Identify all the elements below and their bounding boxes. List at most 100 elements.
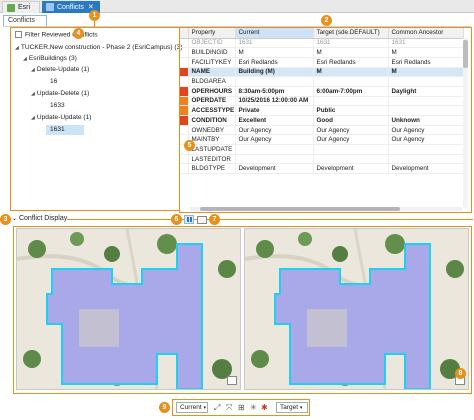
- map-canvas: [245, 229, 468, 389]
- tree-item-update-update[interactable]: ◢ Update-Update (1): [31, 114, 91, 121]
- current-map-view[interactable]: [16, 228, 241, 390]
- tree-item-update-delete[interactable]: ◢ Update-Delete (1): [31, 90, 89, 97]
- tree-class-label: EsriBuildings (3): [28, 55, 77, 62]
- callout-marker-2: 2: [321, 15, 332, 26]
- courtyard: [79, 309, 119, 347]
- tree-group-label: Update-Update (1): [36, 114, 92, 121]
- tree-canopy: [251, 350, 269, 368]
- callout-marker-3: 3: [0, 214, 11, 225]
- chevron-down-icon: ▾: [203, 405, 207, 411]
- table-row[interactable]: NAME Building (M) M M: [180, 67, 464, 78]
- table-row[interactable]: ACCESSTYPE Private Public: [180, 105, 464, 116]
- tree-canopy: [70, 232, 84, 246]
- table-header-current[interactable]: Current: [235, 28, 314, 39]
- cell-property: ACCESSTYPE: [188, 105, 236, 116]
- table-row[interactable]: OBJECTID 1631 1631 1631: [180, 38, 464, 49]
- row-indicator: [180, 38, 189, 49]
- tree-group-label: Update-Delete (1): [36, 90, 90, 97]
- map-tool-icon[interactable]: [227, 376, 237, 385]
- table-row[interactable]: BUILDINGID M M M: [180, 47, 464, 58]
- tab-esri[interactable]: Esri: [2, 1, 40, 13]
- cell-target: [313, 144, 389, 155]
- cell-ancestor: M: [388, 47, 464, 58]
- cell-current: Our Agency: [235, 125, 314, 136]
- current-dropdown[interactable]: Current ▾: [176, 402, 208, 413]
- cell-current: Development: [235, 163, 314, 175]
- tree-item-delete-update[interactable]: ◢ Delete-Update (1): [31, 66, 89, 73]
- zoom-to-extent-icon[interactable]: ⤢: [214, 403, 220, 413]
- cell-current: M: [235, 47, 314, 58]
- full-extent-icon[interactable]: ⤧: [226, 403, 232, 413]
- conflict-display-header[interactable]: ⌄ Conflict Display: [12, 215, 67, 222]
- map-icon: [7, 3, 15, 12]
- table-row[interactable]: MAINTBY Our Agency Our Agency Our Agency: [180, 134, 464, 146]
- cell-target: M: [313, 47, 389, 58]
- collapse-chevron-icon[interactable]: ⌄: [12, 216, 17, 222]
- cell-property: BLDGAREA: [188, 76, 236, 87]
- tree-item-class[interactable]: ◢ EsriBuildings (3): [23, 55, 77, 62]
- cell-ancestor: 1631: [388, 38, 464, 49]
- cell-current: Building (M): [235, 67, 314, 78]
- table-header-ancestor[interactable]: Common Ancestor: [388, 28, 464, 39]
- split-icon: [190, 217, 192, 222]
- cell-ancestor: Unknown: [388, 115, 464, 126]
- cell-target: Our Agency: [313, 134, 389, 146]
- table-row[interactable]: OPERDATE 10/25/2016 12:00:00 AM: [180, 96, 464, 107]
- table-row[interactable]: LASTEDITOR: [180, 154, 464, 165]
- expand-triangle-icon[interactable]: ◢: [15, 45, 19, 51]
- table-row[interactable]: CONDITION Excellent Good Unknown: [180, 115, 464, 126]
- table-row[interactable]: OWNEDBY Our Agency Our Agency Our Agency: [180, 125, 464, 136]
- table-header-property[interactable]: Property: [188, 28, 236, 39]
- tree-feature-1631-selected[interactable]: 1631: [46, 125, 84, 135]
- tree-canopy: [104, 246, 120, 262]
- table-row[interactable]: BLDGAREA: [180, 76, 464, 87]
- scrollbar-thumb[interactable]: [200, 207, 400, 211]
- filter-checkbox-row[interactable]: Filter Reviewed Conflicts: [15, 31, 98, 38]
- cell-target: Development: [313, 163, 389, 175]
- cell-ancestor: Esri Redlands: [388, 57, 464, 68]
- table-row[interactable]: OPERHOURS 8:30am-5:00pm 6:00am-7:00pm Dayli…: [180, 86, 464, 97]
- expand-triangle-icon[interactable]: ◢: [31, 115, 35, 121]
- clear-icon[interactable]: ✱: [261, 403, 268, 412]
- conflicts-view-tab[interactable]: Conflicts: [3, 15, 47, 26]
- expand-triangle-icon[interactable]: ◢: [31, 91, 35, 97]
- conflict-indicator: [180, 67, 189, 78]
- cell-property: OWNEDBY: [188, 125, 236, 136]
- tree-canopy: [446, 260, 464, 278]
- cell-target: 6:00am-7:00pm: [313, 86, 389, 97]
- cell-ancestor: Development: [388, 163, 464, 175]
- scrollbar-thumb[interactable]: [463, 40, 468, 68]
- cell-property: OBJECTID: [188, 38, 236, 49]
- cell-current: 10/25/2016 12:00:00 AM: [235, 96, 314, 107]
- cell-ancestor: [388, 154, 464, 165]
- tree-canopy: [157, 234, 177, 254]
- row-indicator: [180, 125, 189, 136]
- cell-ancestor: [388, 105, 464, 116]
- table-row[interactable]: FACILITYKEY Esri Redlands Esri Redlands Esr…: [180, 57, 464, 68]
- document-tab-bar: Esri Conflicts ✕: [0, 0, 474, 13]
- cell-property: OPERHOURS: [188, 86, 236, 97]
- single-view-button[interactable]: [197, 216, 207, 224]
- filter-checkbox[interactable]: [15, 31, 22, 38]
- split-icon: [187, 217, 189, 222]
- chevron-down-icon: ▾: [299, 405, 303, 411]
- table-row[interactable]: BLDGTYPE Development Development Developmen…: [180, 163, 464, 175]
- side-by-side-view-button[interactable]: [184, 215, 194, 224]
- map-navigation-toolbar: Current ▾ ⤢ ⤧ ⊞ ✳ ✱ Target ▾: [160, 400, 310, 415]
- cell-current: [235, 76, 314, 87]
- row-indicator: [180, 57, 189, 68]
- tree-feature-1633[interactable]: 1633: [50, 102, 65, 109]
- tree-canopy: [298, 232, 312, 246]
- table-header-target[interactable]: Target (sde.DEFAULT): [313, 28, 389, 39]
- zoom-in-icon[interactable]: ⊞: [238, 403, 245, 412]
- tree-feature-16[interactable]: 16: [50, 78, 57, 85]
- target-dropdown[interactable]: Target ▾: [276, 402, 308, 413]
- table-row[interactable]: LASTUPDATE: [180, 144, 464, 155]
- flash-icon[interactable]: ✳: [250, 403, 257, 412]
- expand-triangle-icon[interactable]: ◢: [31, 67, 35, 73]
- cell-target: Esri Redlands: [313, 57, 389, 68]
- expand-triangle-icon[interactable]: ◢: [23, 56, 27, 62]
- cell-property: LASTUPDATE: [188, 144, 236, 155]
- tree-item-root[interactable]: ◢ TUCKER.New construction - Phase 2 (Esri…: [15, 44, 182, 51]
- target-map-view[interactable]: [244, 228, 469, 390]
